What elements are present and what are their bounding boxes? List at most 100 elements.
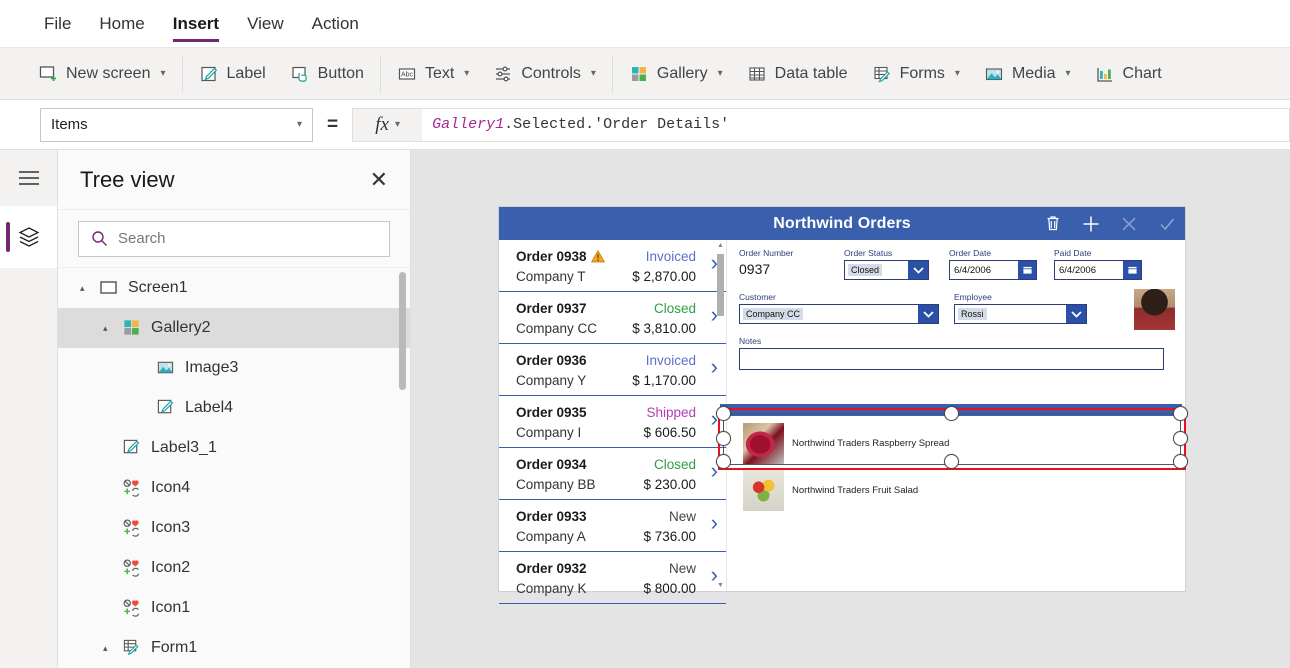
tree-node-label: Screen1 — [128, 279, 188, 296]
ribbon-label-label: Label — [226, 64, 266, 82]
ribbon-gallery-button[interactable]: Gallery ▾ — [617, 48, 735, 100]
resize-handle-middle-left[interactable] — [716, 431, 731, 446]
order-status: Shipped — [646, 404, 696, 420]
scroll-up-arrow-icon[interactable]: ▲ — [717, 242, 724, 249]
ribbon-button-button[interactable]: Button — [278, 48, 376, 100]
tree-node-icon4[interactable]: Icon4 — [58, 468, 410, 508]
tree-node-label4[interactable]: Label4 — [58, 388, 410, 428]
expander-icon[interactable]: ▴ — [103, 643, 113, 654]
calendar-icon[interactable] — [1018, 261, 1036, 279]
ribbon-data-table-button[interactable]: Data table — [735, 48, 860, 100]
tree-node-label3-1[interactable]: Label3_1 — [58, 428, 410, 468]
close-icon[interactable]: ✕ — [370, 168, 388, 191]
ribbon-data-table-label: Data table — [774, 64, 848, 82]
order-row[interactable]: Order 0936 Invoiced Company Y $ 1,170.00… — [499, 344, 726, 396]
chevron-down-icon[interactable] — [918, 305, 938, 323]
paid-date-picker[interactable]: 6/4/2006 — [1054, 260, 1142, 280]
order-row[interactable]: Order 0937 Closed Company CC $ 3,810.00 … — [499, 292, 726, 344]
search-input[interactable]: Search — [78, 220, 390, 257]
product-thumbnail — [743, 470, 784, 511]
menu-item-file[interactable]: File — [30, 0, 85, 48]
tree-search-row: Search — [58, 210, 410, 268]
rail-item-tree-view[interactable] — [0, 206, 57, 268]
order-date-picker[interactable]: 6/4/2006 — [949, 260, 1037, 280]
formula-input[interactable]: Gallery1 .Selected.'Order Details' — [422, 107, 1290, 142]
trash-icon[interactable] — [1036, 207, 1070, 240]
property-select[interactable]: Items ▾ — [40, 107, 313, 142]
tree-node-icon2[interactable]: Icon2 — [58, 548, 410, 588]
ribbon-media-button[interactable]: Media ▾ — [972, 48, 1083, 100]
order-number: Order 0938 — [516, 249, 605, 264]
tree-node-label: Image3 — [185, 359, 239, 376]
ribbon-gallery-label: Gallery — [656, 64, 708, 82]
order-status: Closed — [653, 300, 696, 316]
order-company: Company Y — [516, 372, 587, 388]
employee-dropdown[interactable]: Rossi — [954, 304, 1087, 324]
tree-node-icon1[interactable]: Icon1 — [58, 588, 410, 628]
ribbon-new-screen-button[interactable]: New screen ▾ — [26, 48, 178, 100]
resize-handle-bottom-left[interactable] — [716, 454, 731, 469]
tree-node-icon3[interactable]: Icon3 — [58, 508, 410, 548]
order-gallery: Order 0938 Invoiced Company T $ 2,870.00… — [499, 240, 727, 604]
tree-node-label: Gallery2 — [151, 319, 211, 336]
expander-icon[interactable]: ▴ — [103, 323, 113, 334]
resize-handle-top-center[interactable] — [944, 406, 959, 421]
controls-icon — [493, 64, 513, 84]
order-row[interactable]: Order 0938 Invoiced Company T $ 2,870.00… — [499, 240, 726, 292]
resize-handle-bottom-center[interactable] — [944, 454, 959, 469]
hamburger-menu-button[interactable] — [0, 150, 57, 206]
calendar-icon[interactable] — [1123, 261, 1141, 279]
chevron-down-icon[interactable] — [908, 261, 928, 279]
order-row[interactable]: Order 0935 Shipped Company I $ 606.50 › — [499, 396, 726, 448]
ribbon-forms-button[interactable]: Forms ▾ — [860, 48, 972, 100]
tree-node-label: Icon4 — [151, 479, 191, 496]
product-row[interactable]: Northwind Traders Fruit Salad — [727, 467, 1185, 514]
resize-handle-bottom-right[interactable] — [1173, 454, 1188, 469]
gallery-icon — [629, 64, 649, 84]
tree-node-form1[interactable]: ▴ Form1 — [58, 628, 410, 668]
menu-item-insert[interactable]: Insert — [159, 0, 233, 48]
chevron-down-icon[interactable] — [1066, 305, 1086, 323]
tree-node-image3[interactable]: Image3 — [58, 348, 410, 388]
tree-node-screen1[interactable]: ▴ Screen1 — [58, 268, 410, 308]
menu-item-view[interactable]: View — [233, 0, 298, 48]
fx-button[interactable]: fx ▾ — [352, 107, 423, 142]
menu-item-action[interactable]: Action — [298, 0, 373, 48]
expander-icon[interactable]: ▴ — [80, 283, 90, 294]
notes-input[interactable] — [739, 348, 1164, 370]
left-rail — [0, 150, 58, 668]
menu-bar: File Home Insert View Action — [0, 0, 1290, 48]
menu-item-home[interactable]: Home — [85, 0, 158, 48]
resize-handle-top-left[interactable] — [716, 406, 731, 421]
order-date-value: 6/4/2006 — [954, 264, 991, 276]
ribbon-chart-button[interactable]: Chart — [1083, 48, 1174, 100]
order-row[interactable]: Order 0934 Closed Company BB $ 230.00 › — [499, 448, 726, 500]
resize-handle-middle-right[interactable] — [1173, 431, 1188, 446]
tree-scrollbar-thumb[interactable] — [399, 272, 406, 390]
chevron-down-icon: ▾ — [160, 68, 166, 79]
order-row[interactable]: Order 0933 New Company A $ 736.00 › — [499, 500, 726, 552]
order-amount: $ 1,170.00 — [632, 372, 696, 388]
search-icon — [92, 231, 107, 246]
chart-icon — [1095, 64, 1115, 84]
customer-dropdown[interactable]: Company CC — [739, 304, 939, 324]
ribbon-controls-button[interactable]: Controls ▾ — [481, 48, 608, 100]
plus-icon[interactable] — [1074, 207, 1108, 240]
order-status-dropdown[interactable]: Closed — [844, 260, 929, 280]
order-number: Order 0937 — [516, 300, 587, 316]
ribbon-text-button[interactable]: Abc Text ▾ — [385, 48, 481, 100]
order-status: Invoiced — [645, 352, 696, 368]
ribbon-label-button[interactable]: Label — [187, 48, 278, 100]
gallery-icon — [122, 318, 142, 338]
order-row[interactable]: Order 0932 New Company K $ 800.00 › — [499, 552, 726, 604]
tree-node-gallery2[interactable]: ▴ Gallery2 — [58, 308, 410, 348]
chevron-down-icon: ▾ — [296, 119, 302, 130]
cancel-icon — [1112, 207, 1146, 240]
icon-icon — [122, 558, 142, 578]
field-order-date: Order Date 6/4/2006 — [949, 248, 1054, 280]
scroll-down-arrow-icon[interactable]: ▼ — [717, 582, 724, 589]
resize-handle-top-right[interactable] — [1173, 406, 1188, 421]
order-number-value: 0937 — [739, 261, 771, 277]
field-label: Customer — [739, 292, 776, 302]
scrollbar-thumb[interactable] — [717, 254, 724, 316]
